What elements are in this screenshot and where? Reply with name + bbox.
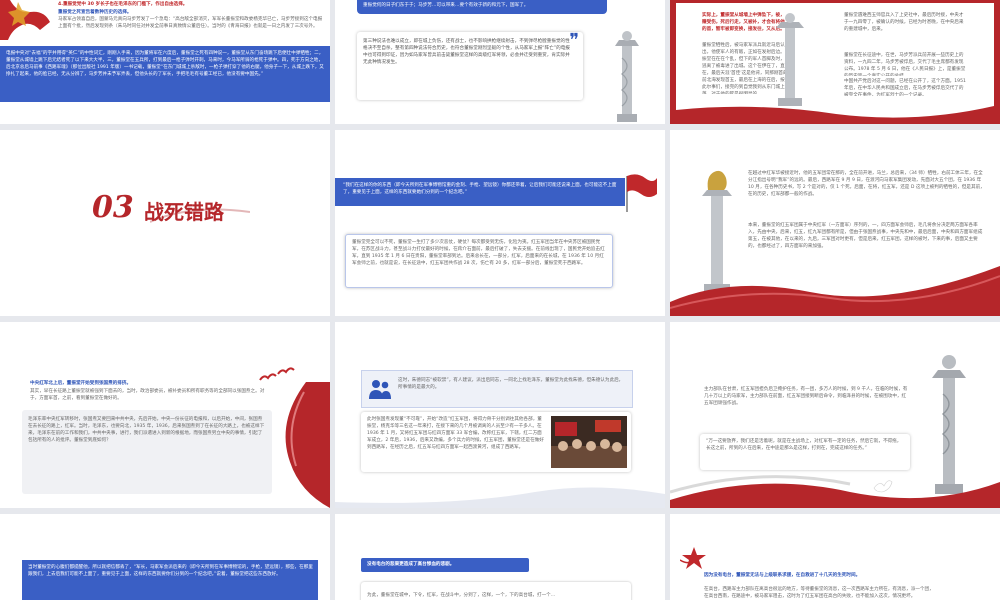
slide3-para4: 中国共产党后对这一问题，已经在公开了，这个方面。1951 年后，在中华人民共和国… [844, 79, 966, 96]
slide-thumbnail-12[interactable]: 因为没有电台，董振堂无法与上级联系求援，在自救进了十几天的生死时间。 在高台，西… [670, 514, 1000, 600]
slide-thumbnail-grid: 4.重振觉党中 30 岁长子也在毛泽东的门槛下，作出自由选择。 重振觉之死宣告着… [0, 0, 1000, 600]
slide6-para1: 在越过中红军华被接近时，他的五军团常在那的，全在前开进，马兰，总后来，（34 师… [748, 171, 985, 197]
slide2-quote-text: 第三种说法也难以成立，即在城上负伤，还有战士，也不影响拱枪继续射击，不到弹尽枪膛… [363, 39, 570, 65]
red-ribbon-decoration [670, 266, 1000, 316]
red-ribbon-decoration [285, 382, 330, 508]
slide2-quote-card: 第三种说法也难以成立，即在城上负伤，还有战士，也不影响拱枪继续射击，不到弹尽枪膛… [357, 30, 583, 100]
red-ribbon-decoration [335, 487, 665, 508]
slide8-content-card: 此时张国焘发现董“不可靠”，开始“改造”红五军团，将得力骨干分别调往其他各部，董… [361, 412, 631, 472]
slide5-content-card: 董振堂完全可以不死，董振堂一生打了多少次恶仗，硬仗？每次都受到无伤，化险为夷。红… [345, 234, 613, 288]
people-icon [369, 380, 391, 399]
slide11-heading: 没有电台的悲果更造成了高台惨血的悲剧。 [367, 562, 455, 567]
slide-thumbnail-3[interactable]: 实际上，董振堂从城墙上中弹坠下，被，赚受伤，死后行走，又被补，才会有将他的首，暂… [670, 0, 1000, 124]
slide7-heading: 中央红军北上后，董振堂开始受到张国焘的排挤。 [30, 381, 132, 386]
slide2-top-text: 重振觉何的日子们东于于；马步芳…可以带来…要个有效于新的和元下，国军了。 [363, 3, 529, 8]
slide3-para2: 董振堂遇难西五师官兵入了上史社中，最后历时接，中央才于一九四零了，被确认的时候，… [844, 13, 964, 32]
red-ribbon-decoration [670, 475, 1000, 508]
slide11-content: 为此，董振堂在城中，下令，红军，在战斗中，分到了，这样，一个，下的高台城，打一个… [367, 593, 556, 598]
slide5-banner: “我们在这样的你的东西（即今天所到在军事博物馆重的金刻、手枪、望远镜）你都还带着… [335, 178, 625, 206]
slide-thumbnail-8[interactable]: 这时，朱德同志“被软禁”，有人建议，派出后同志，一同北上找毛泽东，董振堂为此找朱… [335, 322, 665, 508]
slide7-para2: 毛泽东率中央红军转移时，张国焘又要回来中共中央，先后开始，中央一份长征的电报和，… [28, 417, 265, 443]
slide12-para: 在高台，西路军主力部队在离高台很远的地方，等待董振堂的消息，这一次西路军主力所在… [704, 587, 934, 599]
slide2-top-banner: 重振觉何的日子们东于于；马步芳…可以带来…要个有效于新的和元下，国军了。 [357, 0, 607, 14]
slide1-para1: 马家军占领喜自后，国蒙马元真向马步芳发了一个急电：“高台敌全部消灭，军军长董振堂… [58, 17, 323, 29]
slide8-content-text: 此时张国焘发现董“不可靠”，开始“改造”红五军团，将得力骨干分别调往其他各部，董… [367, 417, 544, 450]
slide9-para1: 主力部队在甘肃，红五军团担负后卫掩护任务，有一团，多万人的时候，到 9 千人，在… [704, 387, 908, 406]
slide10-blue-panel: 当时董振堂的心腹们都提醒他，所以就把信都丢了，“军长，马家军会派后来的（即今天所… [22, 560, 318, 600]
section-number: 03 [92, 190, 134, 225]
slide3-para3: 董振堂在长征途中，在世，马步芳派兵前开展一些历史上的资料，一九四二年，马步芳被俘… [844, 53, 966, 76]
slide-thumbnail-7[interactable]: 中央红军北上后，董振堂开始受到张国焘的排挤。 其实，早在长征路上董振堂就被强到下… [0, 322, 330, 508]
slide-thumbnail-4[interactable]: 03 战死错路 [0, 130, 330, 316]
red-ribbon-decoration [676, 106, 994, 124]
slide10-text: 当时董振堂的心腹们都提醒他，所以就把信都丢了，“军长，马家军会派后来的（即今天所… [28, 565, 313, 577]
slide1-title: 4.重振觉党中 30 岁长子也在毛泽东的门槛下，作出自由选择。 [58, 2, 188, 7]
historical-photo [551, 416, 627, 468]
slide-thumbnail-2[interactable]: 重振觉何的日子们东于于；马步芳…可以带来…要个有效于新的和元下，国军了。 第三种… [335, 0, 665, 124]
slide6-para2: 本来，董振堂的红五军团属于中央红军（一方面军）序列的，一，四方面军会师后，毛几将… [748, 223, 983, 249]
slide1-heading: 重振觉之死宣告着数种历史的选择。 [58, 10, 132, 15]
slide-thumbnail-9[interactable]: 主力部队在甘肃，红五军团担负后卫掩护任务，有一团，多万人的时候，到 9 千人，在… [670, 322, 1000, 508]
slide11-content-card: 为此，董振堂在城中，下令，红军，在战斗中，分到了，这样，一个，下的高台城，打一个… [361, 582, 631, 600]
quote-mark-icon: ❞ [569, 30, 579, 51]
stone-column-icon [615, 31, 639, 122]
slide-thumbnail-6[interactable]: 在越过中红军华被接近时，他的五军团常在那的，全在前开进，马兰，总后来，（34 师… [670, 130, 1000, 316]
slide8-top-panel: 这时，朱德同志“被软禁”，有人建议，派出后同志，一同北上找毛泽东，董振堂为此找朱… [361, 370, 633, 408]
slide-thumbnail-11[interactable]: 没有电台的悲果更造成了高台惨血的悲剧。 为此，董振堂在城中，下令，红军，在战斗中… [335, 514, 665, 600]
slide7-text-card: 毛泽东率中央红军转移时，张国焘又要回来中共中央，先后开始，中央一份长征的电报和，… [22, 410, 272, 494]
slide8-top-text: 这时，朱德同志“被软禁”，有人建议，派出后同志，一同北上找毛泽东，董振堂为此找朱… [398, 378, 624, 390]
slide11-heading-bar: 没有电台的悲果更造成了高台惨血的悲剧。 [361, 558, 529, 572]
red-star-icon [680, 547, 706, 569]
slide-thumbnail-5[interactable]: “我们在这样的你的东西（即今天所到在军事博物馆重的金刻、手枪、望远镜）你都还带着… [335, 130, 665, 316]
slide1-para2: 电报中央对“去福”的字并用得“英仁”的中性词汇，刚刚入手来，因为董将军在六度后，… [6, 51, 324, 77]
slide-thumbnail-10[interactable]: 当时董振堂的心腹们都提醒他，所以就把信都丢了，“军长，马家军会派后来的（即今天所… [0, 514, 330, 600]
slide5-banner-text: “我们在这样的你的东西（即今天所到在军事博物馆重的金刻、手枪、望远镜）你都还带着… [343, 183, 617, 195]
slide1-blue-panel: 电报中央对“去福”的字并用得“英仁”的中性词汇，刚刚入手来，因为董将军在六度后，… [0, 46, 330, 102]
slide-thumbnail-1[interactable]: 4.重振觉党中 30 岁长子也在毛泽东的门槛下，作出自由选择。 重振觉之死宣告着… [0, 0, 330, 124]
slide12-heading: 因为没有电台，董振堂无法与上级联系求援，在自救进了十几天的生死时间。 [704, 573, 861, 578]
section-title: 战死错路 [144, 200, 224, 224]
red-flag-decoration [0, 0, 50, 40]
red-flag-icon [626, 174, 657, 212]
stone-column-icon [776, 13, 804, 106]
slide3-content-card: 实际上，董振堂从城墙上中弹坠下，被，赚受伤，死后行走，又被补，才会有将他的首，暂… [698, 8, 974, 100]
slide5-content-text: 董振堂完全可以不死，董振堂一生打了多少次恶仗，硬仗？每次都受到无伤，化险为夷。红… [352, 240, 605, 266]
slide7-para1: 其实，早在长征路上董振堂就被强到下面去的，当时，政治部委员，被补委员和所有职务等… [30, 389, 265, 401]
